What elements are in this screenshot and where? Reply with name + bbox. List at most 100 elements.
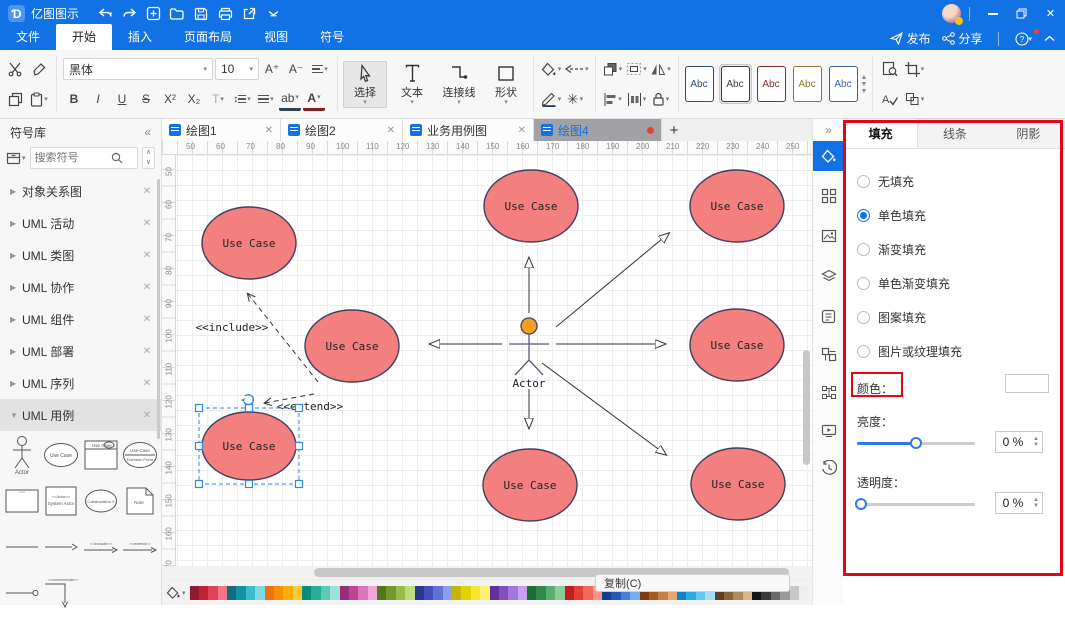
help-caret-icon[interactable]: ▾ [1028, 35, 1032, 43]
restore-button[interactable] [1007, 0, 1036, 27]
presets-scroll-down[interactable]: ▼ [861, 81, 868, 88]
document-tab-1[interactable]: 绘图2✕ [281, 119, 403, 141]
vertical-scrollbar-thumb[interactable] [803, 350, 810, 465]
color-swatch-14[interactable] [321, 586, 330, 600]
shape-tool-button[interactable]: 形状▾ [484, 62, 528, 107]
color-swatch-7[interactable] [255, 586, 264, 600]
presets-expand[interactable]: ▼ [861, 88, 868, 95]
save-button[interactable] [189, 4, 213, 24]
document-tab-2[interactable]: 业务用例图✕ [403, 119, 534, 141]
symbol-directed-line[interactable] [41, 525, 81, 569]
menu-tab-1[interactable]: 开始 [56, 24, 112, 50]
selection-handle-0[interactable] [196, 405, 203, 412]
share-button[interactable]: 分享 [938, 30, 986, 47]
fill-option-5[interactable]: 图片或纹理填充 [857, 343, 962, 360]
drawing-canvas[interactable]: 5060708090100110120130140150160170 Use C… [162, 155, 812, 566]
color-swatch-19[interactable] [368, 586, 377, 600]
effects-button[interactable]: ✳▾ [564, 87, 586, 111]
category-expand-icon[interactable]: ▶ [10, 251, 22, 260]
color-swatch-28[interactable] [452, 586, 461, 600]
copy-button[interactable] [4, 87, 26, 111]
picture-panel-button[interactable] [813, 221, 844, 251]
page-setup-panel-button[interactable] [813, 301, 844, 331]
cut-button[interactable] [4, 57, 26, 81]
color-swatch-17[interactable] [349, 586, 358, 600]
use-case-node-4[interactable]: Use Case [690, 309, 784, 381]
bring-forward-button[interactable]: ▾ [602, 57, 624, 81]
increase-font-button[interactable]: A⁺ [261, 57, 283, 81]
document-tab-0[interactable]: 绘图1✕ [162, 119, 281, 141]
symbol-note[interactable]: Note [120, 479, 159, 523]
new-document-button[interactable] [141, 4, 165, 24]
category-expand-icon[interactable]: ▼ [10, 411, 22, 420]
selection-handle-4[interactable] [296, 443, 303, 450]
expand-panel-button[interactable]: » [813, 119, 844, 141]
radio-icon[interactable] [857, 209, 870, 222]
crop-button[interactable]: ▾ [903, 57, 925, 81]
transparency-spinner[interactable]: 0 % ▲▼ [995, 492, 1043, 514]
selection-handle-2[interactable] [296, 405, 303, 412]
sidebar-category-2[interactable]: ▶UML 类图✕ [0, 239, 161, 271]
style-preset-3[interactable]: Abc [791, 64, 824, 104]
text-highlight-button[interactable]: ab▾ [279, 87, 301, 111]
use-case-node-0[interactable]: Use Case [484, 170, 578, 242]
fill-option-0[interactable]: 无填充 [857, 173, 914, 190]
format-painter-button[interactable] [28, 57, 50, 81]
paste-caret-icon[interactable]: ▾ [44, 95, 48, 103]
radio-icon[interactable] [857, 311, 870, 324]
lock-button[interactable]: ▾ [650, 87, 672, 111]
undo-caret-icon[interactable]: ▾ [109, 10, 113, 18]
color-swatch-39[interactable] [555, 586, 564, 600]
text-style-button[interactable]: T▾ [207, 87, 229, 111]
new-tab-button[interactable]: + [662, 119, 686, 141]
radio-icon[interactable] [857, 243, 870, 256]
category-close-icon[interactable]: ✕ [143, 410, 151, 421]
tab-close-icon[interactable]: ✕ [518, 125, 526, 136]
library-menu-button[interactable]: ▾ [6, 152, 26, 165]
color-swatch-4[interactable] [227, 586, 236, 600]
minimize-button[interactable] [978, 0, 1007, 27]
help-button[interactable]: ? ▾ [1011, 32, 1036, 46]
panel-tab-1[interactable]: 线条 [918, 119, 991, 148]
connector-style-button[interactable]: ▾ [564, 57, 589, 81]
color-swatch-9[interactable] [274, 586, 283, 600]
color-swatch-21[interactable] [386, 586, 395, 600]
fill-option-4[interactable]: 图案填充 [857, 309, 926, 326]
color-swatch-32[interactable] [490, 586, 499, 600]
color-swatch-37[interactable] [536, 586, 545, 600]
distribute-button[interactable]: ▾ [626, 87, 648, 111]
color-swatch-65[interactable] [799, 586, 808, 600]
color-swatch-16[interactable] [340, 586, 349, 600]
color-swatch-6[interactable] [246, 586, 255, 600]
color-swatch-0[interactable] [190, 586, 199, 600]
color-swatch-36[interactable] [527, 586, 536, 600]
category-close-icon[interactable]: ✕ [143, 218, 151, 229]
font-color-button[interactable]: A▾ [303, 87, 325, 111]
use-case-node-2[interactable]: Use Case [202, 207, 296, 279]
symbol-actor[interactable]: Actor [2, 433, 41, 477]
user-avatar[interactable] [942, 4, 961, 23]
components-panel-button[interactable] [813, 339, 844, 369]
open-file-button[interactable] [165, 4, 189, 24]
style-preset-1[interactable]: Abc [719, 64, 752, 104]
use-case-node-5[interactable]: Use Case [202, 412, 296, 480]
color-swatch-27[interactable] [443, 586, 452, 600]
select-tool-button[interactable]: 选择▾ [343, 61, 387, 108]
fill-panel-button[interactable] [813, 141, 844, 171]
menu-tab-0[interactable]: 文件 [0, 24, 56, 50]
use-case-node-1[interactable]: Use Case [690, 170, 784, 242]
customize-toolbar-button[interactable] [261, 4, 285, 24]
color-swatch-5[interactable] [236, 586, 245, 600]
fill-option-1[interactable]: 单色填充 [857, 207, 926, 224]
actor-shape[interactable]: Actor [509, 318, 549, 390]
symbol-use-case[interactable]: Use Case [41, 433, 81, 477]
superscript-button[interactable]: X² [159, 87, 181, 111]
tab-close-icon[interactable]: ✕ [265, 125, 273, 136]
symbol-system-actor[interactable]: <<Actor>>System Actor [41, 479, 81, 523]
color-swatch-35[interactable] [518, 586, 527, 600]
rotate-handle-icon[interactable] [244, 395, 253, 405]
print-button[interactable] [213, 4, 237, 24]
align-objects-button[interactable]: ▾ [602, 87, 624, 111]
color-swatch-34[interactable] [508, 586, 517, 600]
selection-handle-1[interactable] [246, 405, 253, 412]
